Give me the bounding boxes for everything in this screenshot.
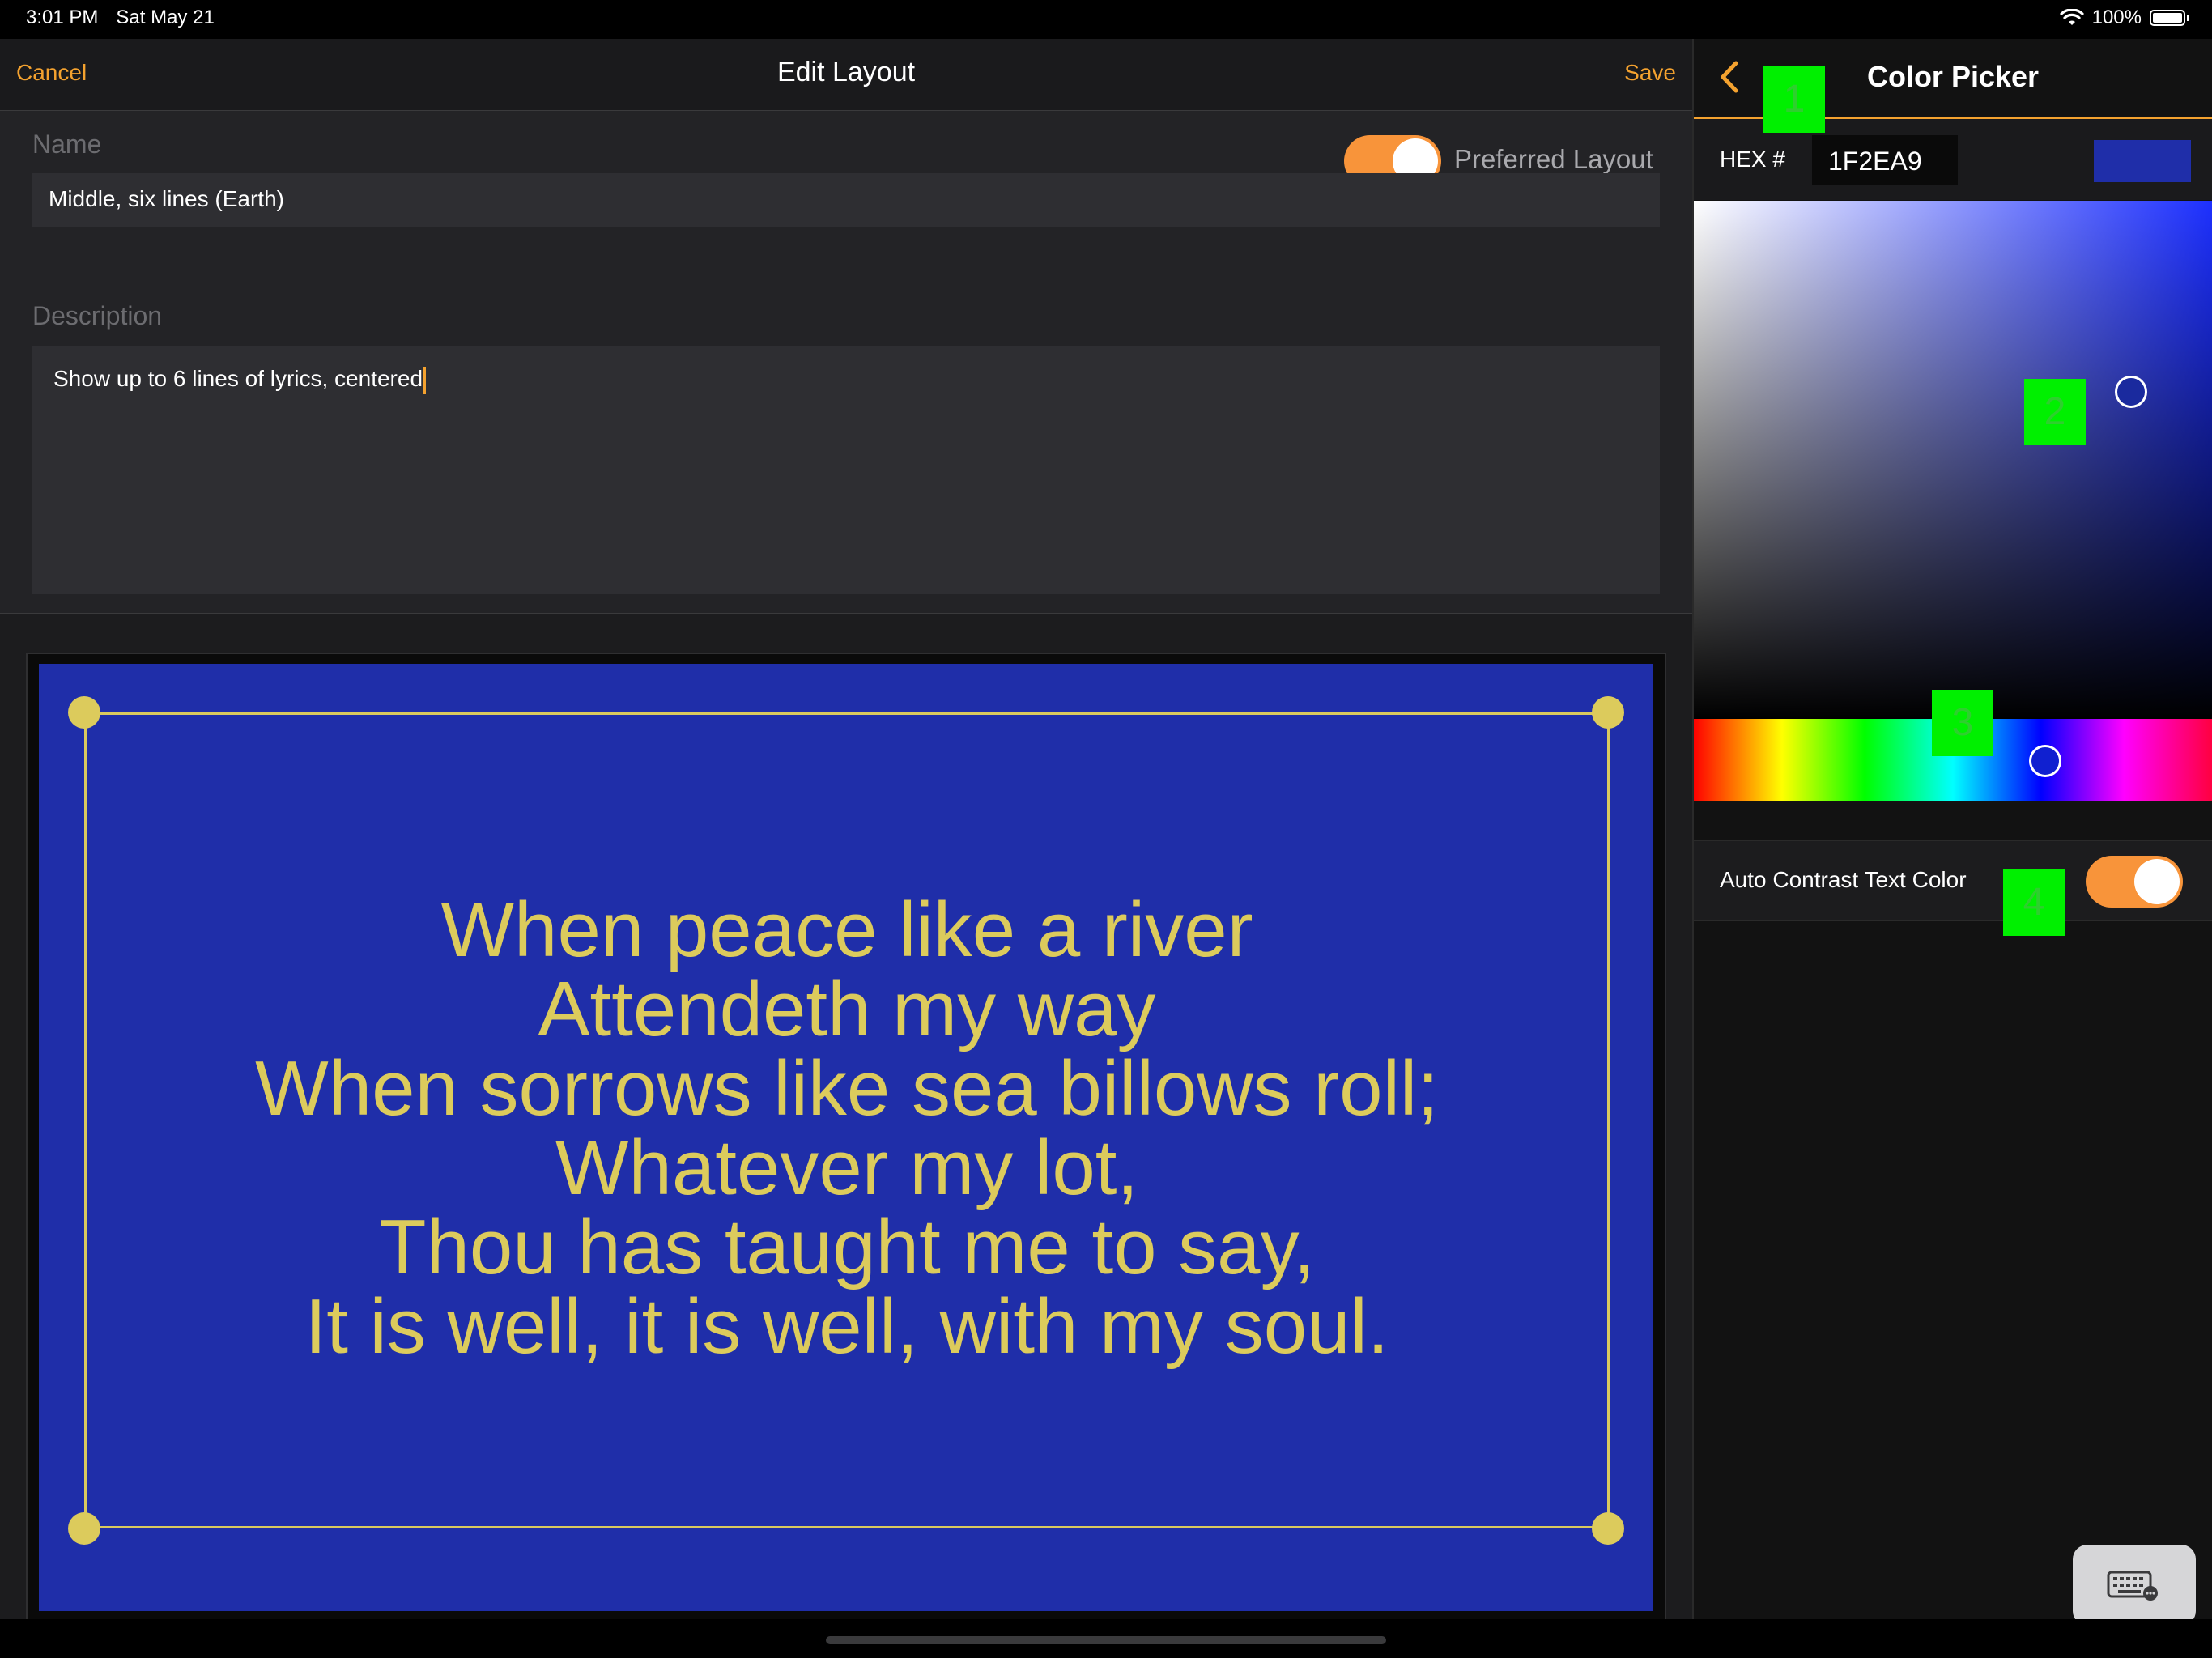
description-text: Show up to 6 lines of lyrics, centered bbox=[53, 366, 423, 391]
lyric-line: It is well, it is well, with my soul. bbox=[304, 1283, 1389, 1370]
lyric-line: Whatever my lot, bbox=[555, 1124, 1139, 1211]
resize-handle-top-left[interactable] bbox=[68, 696, 100, 729]
lyric-line: Attendeth my way bbox=[538, 966, 1156, 1052]
layout-preview: When peace like a river Attendeth my way… bbox=[39, 664, 1653, 1611]
status-date: Sat May 21 bbox=[116, 6, 215, 28]
sv-picker-handle[interactable] bbox=[2115, 376, 2147, 408]
save-button[interactable]: Save bbox=[1624, 60, 1676, 86]
description-field[interactable]: Show up to 6 lines of lyrics, centered bbox=[32, 346, 1660, 594]
saturation-brightness-picker[interactable] bbox=[1694, 201, 2212, 719]
edit-layout-pane: Cancel Edit Layout Save Name Preferred L… bbox=[0, 39, 1692, 1624]
status-indicators: 100% bbox=[2060, 6, 2189, 29]
nav-bar: Cancel Edit Layout Save bbox=[0, 39, 1692, 111]
lyric-line: Thou has taught me to say, bbox=[378, 1204, 1316, 1290]
battery-cap bbox=[2187, 15, 2189, 21]
keyboard-button[interactable] bbox=[2073, 1545, 2196, 1626]
keyboard-icon bbox=[2107, 1571, 2158, 1601]
status-bar: 3:01 PM Sat May 21 100% bbox=[0, 0, 2212, 39]
resize-handle-bottom-right[interactable] bbox=[1592, 1512, 1624, 1545]
hex-input[interactable]: 1F2EA9 bbox=[1812, 135, 1958, 185]
color-swatch bbox=[2094, 140, 2191, 182]
annotation-marker-3: 3 bbox=[1932, 690, 1993, 756]
color-picker-pane: Color Picker HEX # 1F2EA9 Auto Contrast … bbox=[1694, 39, 2212, 1619]
resize-handle-bottom-left[interactable] bbox=[68, 1512, 100, 1545]
battery-percent: 100% bbox=[2091, 6, 2142, 28]
toggle-knob bbox=[2134, 859, 2180, 904]
page-title: Edit Layout bbox=[776, 57, 916, 87]
annotation-marker-1: 1 bbox=[1763, 66, 1825, 133]
status-time: 3:01 PM bbox=[26, 6, 99, 28]
annotation-marker-2: 2 bbox=[2024, 379, 2086, 445]
battery-icon bbox=[2150, 10, 2185, 26]
hue-slider-handle[interactable] bbox=[2029, 745, 2061, 777]
home-indicator[interactable] bbox=[826, 1636, 1386, 1644]
auto-contrast-toggle[interactable] bbox=[2086, 856, 2183, 908]
auto-contrast-row: Auto Contrast Text Color bbox=[1694, 840, 2212, 921]
text-caret bbox=[423, 366, 427, 394]
resize-handle-top-right[interactable] bbox=[1592, 696, 1624, 729]
auto-contrast-label: Auto Contrast Text Color bbox=[1720, 867, 1967, 892]
preferred-layout-label: Preferred Layout bbox=[1454, 144, 1653, 174]
wifi-icon bbox=[2060, 9, 2084, 25]
hex-label: HEX # bbox=[1720, 147, 1785, 172]
lyric-line: When sorrows like sea billows roll; bbox=[255, 1045, 1439, 1132]
name-field[interactable]: Middle, six lines (Earth) bbox=[32, 173, 1660, 227]
status-time-date: 3:01 PM Sat May 21 bbox=[26, 6, 215, 29]
annotation-marker-4: 4 bbox=[2003, 869, 2065, 936]
description-label: Description bbox=[32, 301, 163, 330]
lyric-line: When peace like a river bbox=[440, 886, 1253, 973]
name-label: Name bbox=[32, 130, 102, 159]
lyrics-text: When peace like a river Attendeth my way… bbox=[84, 891, 1610, 1367]
